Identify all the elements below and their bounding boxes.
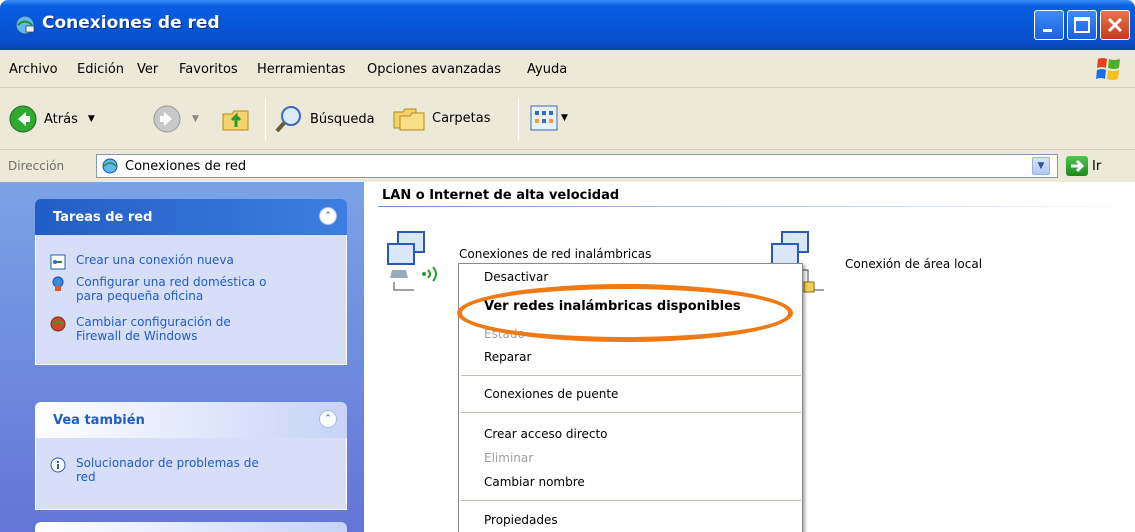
go-label[interactable]: Ir <box>1092 159 1101 174</box>
group-title: LAN o Internet de alta velocidad <box>382 188 620 203</box>
toolbar-separator <box>518 98 519 140</box>
task-label: Solucionador de problemas de red <box>76 456 259 484</box>
network-connections-icon <box>15 15 35 35</box>
back-arrow-icon <box>9 105 37 133</box>
lan-connection-label[interactable]: Conexión de área local <box>845 257 982 271</box>
menu-ayuda[interactable]: Ayuda <box>527 62 567 77</box>
wireless-connection-label[interactable]: Conexiones de red inalámbricas <box>459 247 651 261</box>
back-button[interactable]: Atrás ▼ <box>8 104 95 134</box>
firewall-icon <box>50 316 66 332</box>
menu-separator <box>461 500 801 501</box>
address-input[interactable]: Conexiones de red ▼ <box>96 154 1058 178</box>
menu-ver[interactable]: Ver <box>137 62 158 77</box>
wireless-connection[interactable] <box>384 230 464 300</box>
collapse-icon[interactable]: ⌃ <box>319 207 337 225</box>
task-label: Cambiar configuración de Firewall de Win… <box>76 315 231 343</box>
menu-separator <box>461 412 801 413</box>
chevron-down-icon: ▼ <box>1037 161 1045 171</box>
menu-favoritos[interactable]: Favoritos <box>179 62 238 77</box>
menu-separator <box>461 375 801 376</box>
maximize-icon <box>1074 17 1090 33</box>
address-label: Dirección <box>8 159 65 173</box>
see-also-header[interactable]: Vea también ⌃ <box>35 402 347 438</box>
forward-button[interactable]: ▼ <box>152 104 199 134</box>
menu-edicion[interactable]: Edición <box>77 62 124 77</box>
task-troubleshooter[interactable]: Solucionador de problemas de red <box>50 456 320 484</box>
network-connections-icon <box>102 158 118 174</box>
wireless-connection-icon <box>387 231 437 291</box>
address-value: Conexiones de red <box>125 159 247 174</box>
up-folder-icon <box>222 110 249 131</box>
menu-item-create-shortcut[interactable]: Crear acceso directo <box>484 427 608 441</box>
menu-archivo[interactable]: Archivo <box>9 62 58 77</box>
address-dropdown-button[interactable]: ▼ <box>1032 157 1050 175</box>
collapse-icon[interactable]: ⌃ <box>319 410 337 428</box>
task-firewall[interactable]: Cambiar configuración de Firewall de Win… <box>50 315 320 343</box>
toolbar: Atrás ▼ ▼ Búsqueda Carpetas ▼ <box>0 88 1135 150</box>
info-icon <box>50 457 66 473</box>
forward-arrow-icon <box>153 105 181 133</box>
go-arrow-icon <box>1071 159 1085 173</box>
see-also-panel: Solucionador de problemas de red <box>35 438 347 510</box>
see-also-title: Vea también <box>53 413 145 428</box>
views-button[interactable]: ▼ <box>530 105 568 131</box>
network-tasks-panel: Crear una conexión nueva Configurar una … <box>35 235 347 365</box>
window-title: Conexiones de red <box>42 13 220 33</box>
menu-opciones-avanzadas[interactable]: Opciones avanzadas <box>367 62 501 77</box>
network-tasks-title: Tareas de red <box>53 210 153 225</box>
details-header[interactable] <box>35 522 347 532</box>
context-menu: Desactivar Ver redes inalámbricas dispon… <box>458 263 803 532</box>
menu-item-disable[interactable]: Desactivar <box>484 270 548 284</box>
new-connection-icon <box>50 254 66 270</box>
search-icon <box>275 106 301 133</box>
maximize-button[interactable] <box>1067 10 1097 40</box>
minimize-icon <box>1043 29 1052 32</box>
menu-item-properties[interactable]: Propiedades <box>484 513 558 527</box>
task-create-connection[interactable]: Crear una conexión nueva <box>50 253 234 270</box>
windows-logo-icon <box>1096 58 1120 80</box>
folders-icon <box>393 108 425 131</box>
title-bar[interactable]: Conexiones de red <box>0 0 1135 50</box>
menu-item-view-wireless-networks[interactable]: Ver redes inalámbricas disponibles <box>484 299 741 314</box>
back-label: Atrás <box>44 111 78 127</box>
network-tasks-header[interactable]: Tareas de red ⌃ <box>35 199 347 235</box>
folders-button[interactable]: Carpetas <box>392 104 490 132</box>
toolbar-separator <box>265 98 266 140</box>
views-dropdown-icon[interactable]: ▼ <box>561 113 568 123</box>
menu-item-status: Estado <box>484 327 525 341</box>
menu-item-delete: Eliminar <box>484 451 534 465</box>
folders-label: Carpetas <box>432 110 491 126</box>
go-button[interactable] <box>1066 156 1088 176</box>
close-icon <box>1107 17 1123 33</box>
home-network-icon <box>52 276 64 291</box>
task-home-network[interactable]: Configurar una red doméstica o para pequ… <box>50 275 320 303</box>
views-icon <box>530 105 558 131</box>
search-label: Búsqueda <box>310 111 375 127</box>
menu-item-bridge-connections[interactable]: Conexiones de puente <box>484 387 618 401</box>
forward-dropdown-icon[interactable]: ▼ <box>192 114 199 124</box>
close-button[interactable] <box>1100 10 1130 40</box>
search-button[interactable]: Búsqueda <box>274 104 375 134</box>
minimize-button[interactable] <box>1034 10 1064 40</box>
task-label: Crear una conexión nueva <box>76 253 234 267</box>
menu-item-rename[interactable]: Cambiar nombre <box>484 475 585 489</box>
back-dropdown-icon[interactable]: ▼ <box>88 114 95 124</box>
group-divider <box>378 206 1135 207</box>
task-pane: Tareas de red ⌃ Crear una conexión nueva… <box>0 182 364 532</box>
menu-herramientas[interactable]: Herramientas <box>257 62 346 77</box>
up-folder-button[interactable] <box>220 102 252 134</box>
task-label: Configurar una red doméstica o para pequ… <box>76 275 267 303</box>
menu-item-repair[interactable]: Reparar <box>484 350 531 364</box>
menu-bar: Archivo Edición Ver Favoritos Herramient… <box>0 50 1135 88</box>
address-bar: Dirección Conexiones de red ▼ Ir <box>0 150 1135 182</box>
